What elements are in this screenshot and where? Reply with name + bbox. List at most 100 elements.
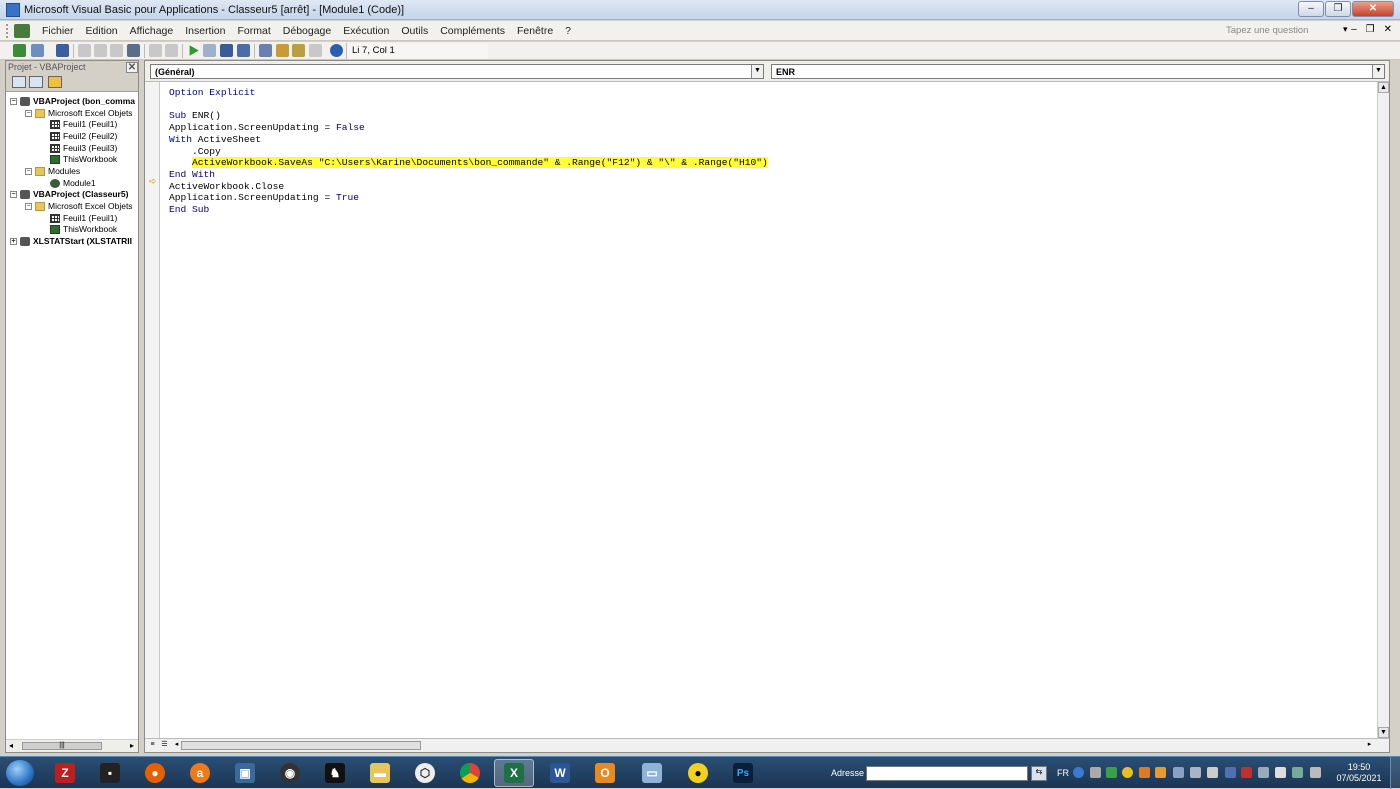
- firefox-icon[interactable]: ●: [135, 759, 175, 787]
- pen-tray-icon[interactable]: [1090, 767, 1101, 778]
- menu-affichage[interactable]: Affichage: [124, 25, 180, 37]
- vertical-scrollbar[interactable]: ▲ ▼: [1377, 82, 1389, 738]
- horizontal-scrollbar[interactable]: ◂ ||| ▸: [6, 739, 138, 752]
- orange-tray-icon[interactable]: [1155, 767, 1166, 778]
- device-tray-icon[interactable]: [1258, 767, 1269, 778]
- paste-icon[interactable]: [110, 44, 123, 57]
- network-app-icon[interactable]: ▣: [225, 759, 265, 787]
- restore-button[interactable]: ❐: [1325, 1, 1351, 17]
- help-tray-icon[interactable]: [1073, 767, 1084, 778]
- menu-format[interactable]: Format: [232, 25, 277, 37]
- tree-node[interactable]: ThisWorkbook: [50, 223, 117, 235]
- monitor-tray-icon[interactable]: [1207, 767, 1218, 778]
- object-browser-icon[interactable]: [292, 44, 305, 57]
- bluetooth-tray-icon[interactable]: [1225, 767, 1236, 778]
- menu-execution[interactable]: Exécution: [337, 25, 395, 37]
- tree-node[interactable]: Feuil2 (Feuil2): [50, 130, 117, 142]
- minimize-button[interactable]: –: [1298, 1, 1324, 17]
- sync-tray-icon[interactable]: [1106, 767, 1117, 778]
- design-mode-icon[interactable]: [237, 44, 250, 57]
- procedure-combo[interactable]: ENR ▼: [771, 64, 1385, 79]
- volume-tray-icon[interactable]: [1275, 767, 1286, 778]
- project-explorer-icon[interactable]: [259, 44, 272, 57]
- ghost-app-icon[interactable]: ●: [678, 759, 718, 787]
- toolbox-icon[interactable]: [309, 44, 322, 57]
- close-button[interactable]: ✕: [1352, 1, 1394, 17]
- object-combo[interactable]: (Général) ▼: [150, 64, 764, 79]
- tree-node[interactable]: ThisWorkbook: [50, 153, 117, 165]
- tree-node[interactable]: − Modules: [25, 165, 80, 177]
- word-icon[interactable]: W: [540, 759, 580, 787]
- tree-node[interactable]: − Microsoft Excel Objets: [25, 200, 133, 212]
- scroll-left-icon[interactable]: ◂: [9, 741, 13, 750]
- insert-userform-icon[interactable]: [31, 44, 44, 57]
- run-icon[interactable]: [189, 45, 199, 56]
- close-icon[interactable]: ✕: [126, 61, 138, 73]
- tree-node[interactable]: − VBAProject (bon_comma: [10, 95, 135, 107]
- action-center-tray-icon[interactable]: [1310, 767, 1321, 778]
- help-icon[interactable]: [330, 44, 343, 57]
- reset-icon[interactable]: [220, 44, 233, 57]
- view-code-icon[interactable]: [12, 76, 26, 88]
- game-app-icon[interactable]: ◉: [270, 759, 310, 787]
- full-module-view-icon[interactable]: ☰: [159, 740, 170, 751]
- scroll-right-icon[interactable]: ▸: [130, 741, 134, 750]
- start-button[interactable]: [6, 760, 34, 786]
- cut-icon[interactable]: [78, 44, 91, 57]
- break-icon[interactable]: [203, 44, 216, 57]
- tools-tray-icon[interactable]: [1173, 767, 1184, 778]
- chrome-icon[interactable]: [450, 759, 490, 787]
- menu-insertion[interactable]: Insertion: [179, 25, 231, 37]
- menu-complements[interactable]: Compléments: [434, 25, 511, 37]
- smiley-tray-icon[interactable]: [1122, 767, 1133, 778]
- scroll-up-icon[interactable]: ▲: [1378, 82, 1389, 93]
- mdi-close-icon[interactable]: ✕: [1384, 24, 1392, 35]
- scroll-down-icon[interactable]: ▼: [1378, 727, 1389, 738]
- find-icon[interactable]: [127, 44, 140, 57]
- display-tray-icon[interactable]: [1190, 767, 1201, 778]
- undo-icon[interactable]: [149, 44, 162, 57]
- properties-icon[interactable]: [276, 44, 289, 57]
- filezilla-icon[interactable]: Z: [45, 759, 85, 787]
- terminal-icon[interactable]: ▪: [90, 759, 130, 787]
- language-indicator[interactable]: FR: [1057, 768, 1069, 778]
- view-excel-icon[interactable]: [13, 44, 26, 57]
- menu-debogage[interactable]: Débogage: [277, 25, 337, 37]
- excel-icon[interactable]: X: [494, 759, 534, 787]
- copy-icon[interactable]: [94, 44, 107, 57]
- avast-tray-icon[interactable]: [1139, 767, 1150, 778]
- vba-excel-icon[interactable]: [14, 23, 30, 38]
- show-desktop-button[interactable]: [1390, 757, 1400, 789]
- scroll-thumb[interactable]: |||: [22, 742, 102, 750]
- redo-icon[interactable]: [165, 44, 178, 57]
- horizontal-scrollbar[interactable]: ≡ ☰ ◂ ▸: [145, 738, 1389, 752]
- scroll-right-icon[interactable]: ▸: [1364, 740, 1375, 751]
- menu-fenetre[interactable]: Fenêtre: [511, 25, 559, 37]
- explorer-folder-icon[interactable]: ▬: [360, 759, 400, 787]
- flag-tray-icon[interactable]: [1241, 767, 1252, 778]
- indicator-margin[interactable]: ➪: [145, 82, 160, 738]
- chevron-down-icon[interactable]: ▼: [1372, 65, 1384, 78]
- tree-node[interactable]: + XLSTATStart (XLSTATRII: [10, 235, 132, 247]
- code-editor[interactable]: Option Explicit Sub ENR() Application.Scr…: [169, 87, 768, 216]
- app-hex-icon[interactable]: ⬡: [405, 759, 445, 787]
- tree-node[interactable]: Feuil1 (Feuil1): [50, 118, 117, 130]
- menu-edition[interactable]: Edition: [80, 25, 124, 37]
- tree-node[interactable]: − VBAProject (Classeur5): [10, 188, 128, 200]
- mdi-minimize-icon[interactable]: –: [1351, 24, 1357, 35]
- menu-fichier[interactable]: Fichier: [36, 25, 80, 37]
- help-question-input[interactable]: Tapez une question: [1222, 23, 1352, 39]
- help-dropdown-icon[interactable]: ▾: [1343, 24, 1348, 35]
- photoshop-icon[interactable]: Ps: [723, 759, 763, 787]
- avast-icon[interactable]: a: [180, 759, 220, 787]
- chevron-down-icon[interactable]: ▼: [751, 65, 763, 78]
- toggle-folders-icon[interactable]: [48, 76, 62, 88]
- menu-outils[interactable]: Outils: [395, 25, 434, 37]
- window-app-icon[interactable]: ▭: [632, 759, 672, 787]
- address-input[interactable]: [866, 766, 1028, 781]
- clock[interactable]: 19:50 07/05/2021: [1334, 762, 1384, 784]
- scroll-thumb[interactable]: [181, 741, 421, 750]
- outlook-icon[interactable]: O: [585, 759, 625, 787]
- network-tray-icon[interactable]: [1292, 767, 1303, 778]
- menu-help[interactable]: ?: [559, 25, 577, 37]
